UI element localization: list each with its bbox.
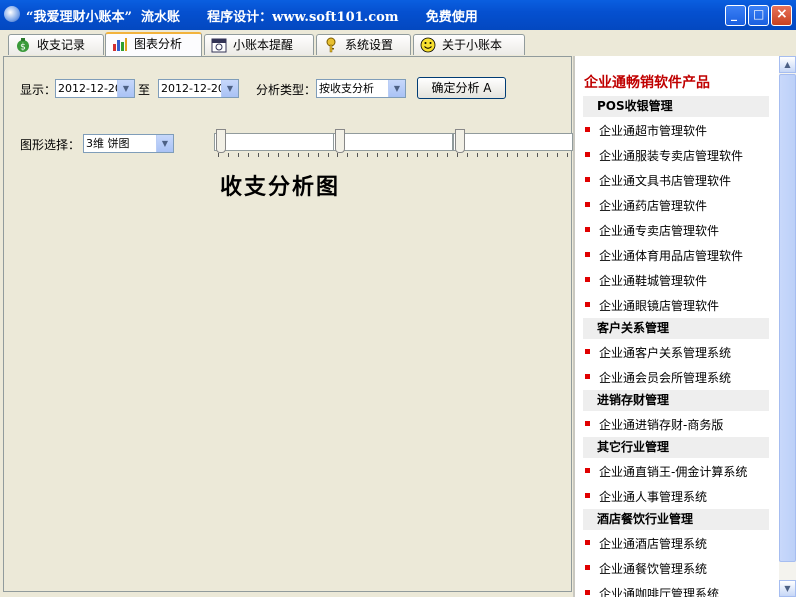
chevron-down-icon[interactable]: ▼ <box>221 80 238 97</box>
sidebar-link[interactable]: 企业通咖啡厅管理系统 <box>584 585 719 597</box>
sidebar-link[interactable]: 企业通服装专卖店管理软件 <box>584 147 743 164</box>
window-title: “我爱理财小账本” 流水账 程序设计：www.soft101.com 免费使用 <box>26 10 478 25</box>
tab-settings[interactable]: 系统设置 <box>316 34 411 55</box>
chart-type-select[interactable]: 3维 饼图 ▼ <box>83 134 174 153</box>
date-to-value: 2012-12-20 <box>161 82 225 95</box>
tab-chart-analysis[interactable]: 图表分析 <box>105 32 202 56</box>
slider-thumb[interactable] <box>455 129 465 153</box>
sidebar-scrollbar[interactable]: ▲ ▼ <box>779 56 796 597</box>
maximize-icon: □ <box>753 7 765 21</box>
sidebar-link[interactable]: 企业通文具书店管理软件 <box>584 172 731 189</box>
tab-label: 收支记录 <box>37 38 86 52</box>
sidebar-link[interactable]: 企业通眼镜店管理软件 <box>584 297 719 314</box>
date-from-picker[interactable]: 2012-12-20 ▼ <box>55 79 135 98</box>
sidebar-title: 企业通畅销软件产品 <box>584 75 710 91</box>
scroll-up-icon[interactable]: ▲ <box>779 56 796 73</box>
slider-track <box>333 133 453 151</box>
section-heading: 进销存财管理 <box>583 390 769 411</box>
sidebar-link[interactable]: 企业通药店管理软件 <box>584 197 707 214</box>
sidebar-link[interactable]: 企业通酒店管理系统 <box>584 535 707 552</box>
tab-label: 图表分析 <box>134 37 183 51</box>
minimize-icon: _ <box>731 7 737 21</box>
bar-chart-icon <box>113 38 127 51</box>
sidebar-link[interactable]: 企业通超市管理软件 <box>584 122 707 139</box>
slider-ticks <box>337 153 449 157</box>
elevation-slider[interactable] <box>333 129 453 159</box>
chart-analysis-panel: 显示： 2012-12-20 ▼ 至 2012-12-20 ▼ 分析类型： 按收… <box>3 56 573 592</box>
scroll-down-icon[interactable]: ▼ <box>779 580 796 597</box>
chevron-down-icon[interactable]: ▼ <box>156 135 173 152</box>
section-heading: 酒店餐饮行业管理 <box>583 509 769 530</box>
chart-title: 收支分析图 <box>220 174 341 200</box>
slider-thumb[interactable] <box>335 129 345 153</box>
sidebar-link[interactable]: 企业通专卖店管理软件 <box>584 222 719 239</box>
section-heading: POS收银管理 <box>583 96 769 117</box>
sidebar-link[interactable]: 企业通直销王-佣金计算系统 <box>584 463 747 480</box>
tab-records[interactable]: $ 收支记录 <box>8 34 104 55</box>
date-from-value: 2012-12-20 <box>58 82 122 95</box>
tab-label: 小账本提醒 <box>233 38 294 52</box>
sidebar-link[interactable]: 企业通会员会所管理系统 <box>584 369 731 386</box>
slider-thumb[interactable] <box>216 129 226 153</box>
tab-label: 系统设置 <box>345 38 394 52</box>
ad-sidebar: 企业通畅销软件产品 POS收银管理 企业通超市管理软件 企业通服装专卖店管理软件… <box>573 56 796 597</box>
sidebar-link[interactable]: 企业通人事管理系统 <box>584 488 707 505</box>
smiley-icon <box>420 37 436 53</box>
analysis-type-label: 分析类型： <box>256 83 317 97</box>
chart-type-value: 3维 饼图 <box>86 137 130 150</box>
date-to-picker[interactable]: 2012-12-20 ▼ <box>158 79 239 98</box>
title-bar: “我爱理财小账本” 流水账 程序设计：www.soft101.com 免费使用 … <box>0 0 796 30</box>
chart-select-label: 图形选择： <box>20 138 81 152</box>
svg-text:$: $ <box>20 43 26 53</box>
calendar-icon <box>211 38 227 53</box>
depth-slider[interactable] <box>453 129 573 159</box>
to-label: 至 <box>138 83 151 97</box>
key-icon <box>326 37 336 53</box>
section-heading: 客户关系管理 <box>583 318 769 339</box>
slider-ticks <box>218 153 330 157</box>
sidebar-link[interactable]: 企业通进销存财-商务版 <box>584 416 723 433</box>
sidebar-link[interactable]: 企业通体育用品店管理软件 <box>584 247 743 264</box>
slider-ticks <box>457 153 569 157</box>
slider-track <box>214 133 334 151</box>
tab-strip: $ 收支记录 图表分析 小账本提醒 系统设置 关于小账本 <box>0 31 796 56</box>
section-heading: 其它行业管理 <box>583 437 769 458</box>
rotation-slider[interactable] <box>214 129 334 159</box>
sidebar-link[interactable]: 企业通鞋城管理软件 <box>584 272 707 289</box>
scroll-thumb[interactable] <box>779 74 796 562</box>
sidebar-link[interactable]: 企业通餐饮管理系统 <box>584 560 707 577</box>
chevron-down-icon[interactable]: ▼ <box>388 80 405 97</box>
analysis-type-value: 按收支分析 <box>319 82 374 95</box>
chevron-down-icon[interactable]: ▼ <box>117 80 134 97</box>
tab-reminder[interactable]: 小账本提醒 <box>204 34 314 55</box>
maximize-button[interactable]: □ <box>748 5 769 26</box>
close-button[interactable]: × <box>771 5 792 26</box>
app-icon[interactable] <box>4 6 20 22</box>
slider-track <box>453 133 573 151</box>
tab-about[interactable]: 关于小账本 <box>413 34 525 55</box>
tab-label: 关于小账本 <box>442 38 503 52</box>
sidebar-link[interactable]: 企业通客户关系管理系统 <box>584 344 731 361</box>
display-label: 显示： <box>20 83 57 97</box>
analysis-type-select[interactable]: 按收支分析 ▼ <box>316 79 406 98</box>
confirm-analysis-button[interactable]: 确定分析 A <box>417 77 506 99</box>
minimize-button[interactable]: _ <box>725 5 746 26</box>
money-bag-icon: $ <box>17 38 29 53</box>
close-icon: × <box>776 6 788 22</box>
